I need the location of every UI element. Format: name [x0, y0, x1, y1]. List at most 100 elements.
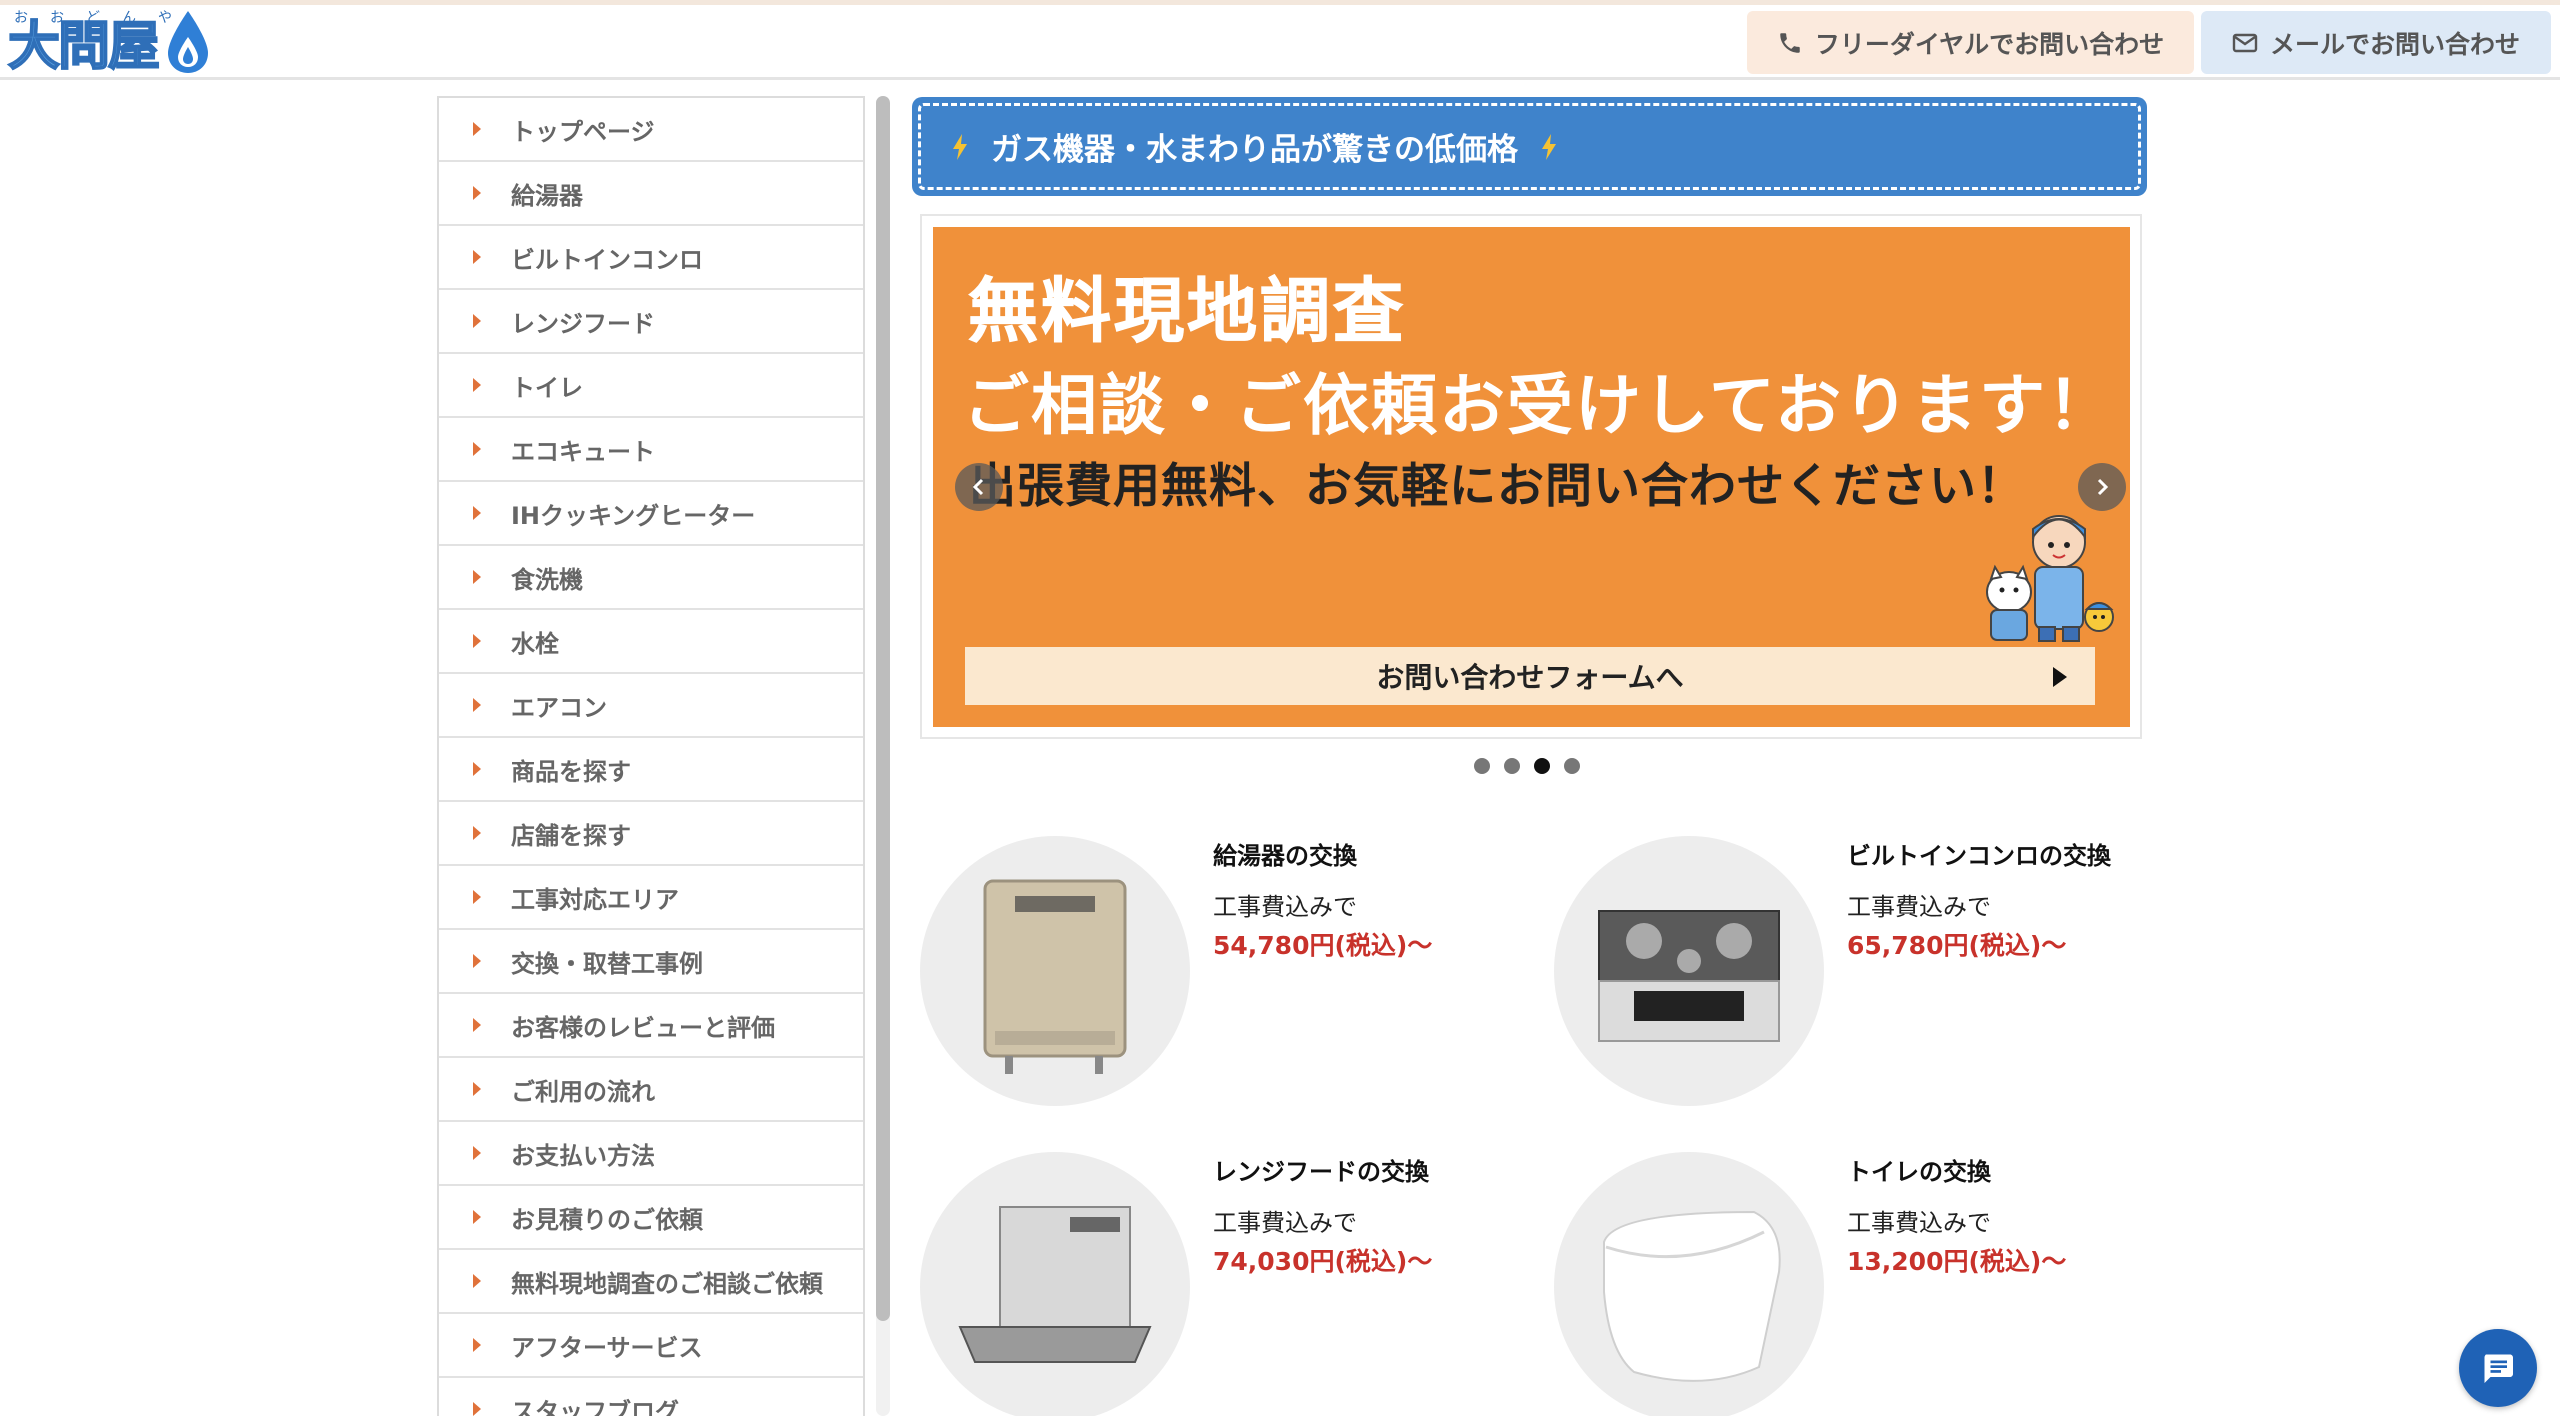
sidebar-item-label: トップページ	[511, 117, 655, 146]
sidebar-item[interactable]: レンジフード	[439, 290, 863, 354]
sidebar-item-label: アフターサービス	[511, 1333, 703, 1362]
sidebar-item-label: エコキュート	[511, 437, 655, 466]
sidebar-item[interactable]: お客様のレビューと評価	[439, 994, 863, 1058]
sidebar-item-label: 店舗を探す	[511, 821, 631, 850]
sidebar-item[interactable]: スタッフブログ	[439, 1378, 863, 1416]
slide-subheadline: ご相談・ご依頼お受けしております！	[963, 367, 2116, 444]
sidebar-item[interactable]: 給湯器	[439, 162, 863, 226]
caret-right-icon	[473, 698, 481, 712]
product-title[interactable]: ビルトインコンロの交換	[1847, 836, 2111, 871]
chevron-right-icon	[2097, 478, 2109, 496]
product-info: レンジフードの交換工事費込みで 74,030円(税込)〜	[1213, 1152, 1432, 1278]
product-info: トイレの交換 工事費込みで 13,200円(税込)〜	[1847, 1152, 2066, 1278]
sidebar-item[interactable]: 商品を探す	[439, 738, 863, 802]
slider-dot[interactable]	[1534, 758, 1550, 774]
sidebar-item[interactable]: お見積りのご依頼	[439, 1186, 863, 1250]
sidebar-item[interactable]: トイレ	[439, 354, 863, 418]
product-card[interactable]: ビルトインコンロの交換 工事費込みで 65,780円(税込)〜	[1554, 836, 2174, 1106]
staff-mascot-icon	[1986, 515, 2114, 642]
sidebar-item-label: スタッフブログ	[511, 1397, 679, 1416]
range-hood-icon	[920, 1152, 1190, 1416]
sidebar-scrollbar[interactable]	[876, 96, 890, 1321]
sidebar-item-label: レンジフード	[511, 309, 655, 338]
sidebar-item-label: ビルトインコンロ	[511, 245, 703, 274]
sidebar-item-label: お客様のレビューと評価	[511, 1013, 775, 1042]
caret-right-icon	[473, 1146, 481, 1160]
sidebar-item-label: エアコン	[511, 693, 607, 722]
slider-dot[interactable]	[1504, 758, 1520, 774]
caret-right-icon	[473, 506, 481, 520]
caret-right-icon	[473, 1338, 481, 1352]
caret-right-icon	[473, 378, 481, 392]
product-info: 給湯器の交換 工事費込みで 54,780円(税込)〜	[1213, 836, 1432, 962]
slider-dot[interactable]	[1474, 758, 1490, 774]
caret-right-icon	[473, 762, 481, 776]
caret-right-icon	[473, 314, 481, 328]
hero-slide[interactable]: 無料現地調査 ご相談・ご依頼お受けしております！ 出張費用無料、お気軽にお問い合…	[933, 227, 2130, 727]
sidebar-item-label: 給湯器	[511, 181, 583, 210]
sidebar-item[interactable]: 交換・取替工事例	[439, 930, 863, 994]
sidebar-item-label: 水栓	[511, 629, 559, 658]
sidebar-item-label: 食洗機	[511, 565, 583, 594]
caret-right-icon	[473, 570, 481, 584]
mail-label: メールでお問い合わせ	[2269, 29, 2520, 59]
lightning-icon	[1542, 133, 1556, 160]
slide-note: 出張費用無料、お気軽にお問い合わせください！	[969, 459, 2025, 514]
site-logo[interactable]: おおどんや 大問屋	[7, 10, 212, 78]
slide-headline: 無料現地調査	[968, 270, 1406, 353]
freedial-contact-button[interactable]: フリーダイヤルでお問い合わせ	[1747, 11, 2194, 74]
sidebar-nav: トップページ 給湯器ビルトインコンロ レンジフードトイレエコキュート IHクッキングヒ…	[437, 96, 865, 1416]
sidebar-item[interactable]: ご利用の流れ	[439, 1058, 863, 1122]
product-price: 13,200円(税込)〜	[1847, 1247, 2067, 1276]
product-title[interactable]: 給湯器の交換	[1213, 836, 1432, 871]
slider-prev-button[interactable]	[955, 463, 1003, 511]
water-heater-icon	[920, 836, 1190, 1106]
sidebar-item-label: お支払い方法	[511, 1141, 655, 1170]
sidebar-item[interactable]: トップページ	[439, 98, 863, 162]
caret-right-icon	[473, 1018, 481, 1032]
phone-icon	[1780, 32, 1800, 53]
contact-form-cta-label: お問い合わせフォームへ	[1376, 661, 1684, 694]
sidebar-item[interactable]: 食洗機	[439, 546, 863, 610]
caret-right-icon	[473, 442, 481, 456]
product-card[interactable]: トイレの交換 工事費込みで 13,200円(税込)〜	[1554, 1152, 2174, 1416]
caret-right-icon	[473, 1274, 481, 1288]
sidebar-item-label: お見積りのご依頼	[511, 1205, 703, 1234]
sidebar-item[interactable]: エアコン	[439, 674, 863, 738]
slider-dot[interactable]	[1564, 758, 1580, 774]
sidebar-item[interactable]: エコキュート	[439, 418, 863, 482]
logo-ruby: おおどんや	[14, 10, 194, 26]
mail-contact-button[interactable]: メールでお問い合わせ	[2201, 11, 2551, 74]
slider-next-button[interactable]	[2078, 463, 2126, 511]
caret-right-icon	[473, 1082, 481, 1096]
mail-icon	[2232, 33, 2258, 52]
sidebar-item[interactable]: IHクッキングヒーター	[439, 482, 863, 546]
chat-button[interactable]	[2459, 1329, 2537, 1407]
caret-right-icon	[473, 890, 481, 904]
sidebar-item[interactable]: お支払い方法	[439, 1122, 863, 1186]
product-card[interactable]: レンジフードの交換工事費込みで 74,030円(税込)〜	[920, 1152, 1540, 1416]
sidebar-item[interactable]: ビルトインコンロ	[439, 226, 863, 290]
product-price: 74,030円(税込)〜	[1213, 1247, 1433, 1276]
sidebar-item[interactable]: アフターサービス	[439, 1314, 863, 1378]
sidebar-item-label: ご利用の流れ	[511, 1077, 655, 1106]
hero-slider: 無料現地調査 ご相談・ご依頼お受けしております！ 出張費用無料、お気軽にお問い合…	[920, 214, 2142, 739]
sidebar-item[interactable]: 工事対応エリア	[439, 866, 863, 930]
product-subtitle: 工事費込みで	[1213, 1209, 1357, 1237]
sidebar-item[interactable]: 水栓	[439, 610, 863, 674]
caret-right-icon	[473, 1402, 481, 1416]
sidebar-item[interactable]: 店舗を探す	[439, 802, 863, 866]
product-title[interactable]: トイレの交換	[1847, 1152, 2066, 1187]
product-title[interactable]: レンジフードの交換	[1213, 1152, 1432, 1187]
product-card[interactable]: 給湯器の交換 工事費込みで 54,780円(税込)〜	[920, 836, 1540, 1106]
contact-form-cta[interactable]: お問い合わせフォームへ	[965, 647, 2095, 705]
caret-right-icon	[473, 1210, 481, 1224]
slider-pagination	[1474, 758, 1580, 774]
sidebar-item-label: 交換・取替工事例	[511, 949, 703, 978]
chat-bubble-icon	[2484, 1354, 2513, 1383]
sidebar-item-label: 工事対応エリア	[511, 885, 679, 914]
sidebar-item[interactable]: 無料現地調査のご相談ご依頼	[439, 1250, 863, 1314]
product-price: 54,780円(税込)〜	[1213, 931, 1433, 960]
gas-stove-icon	[1554, 836, 1824, 1106]
freedial-label: フリーダイヤルでお問い合わせ	[1814, 29, 2165, 59]
